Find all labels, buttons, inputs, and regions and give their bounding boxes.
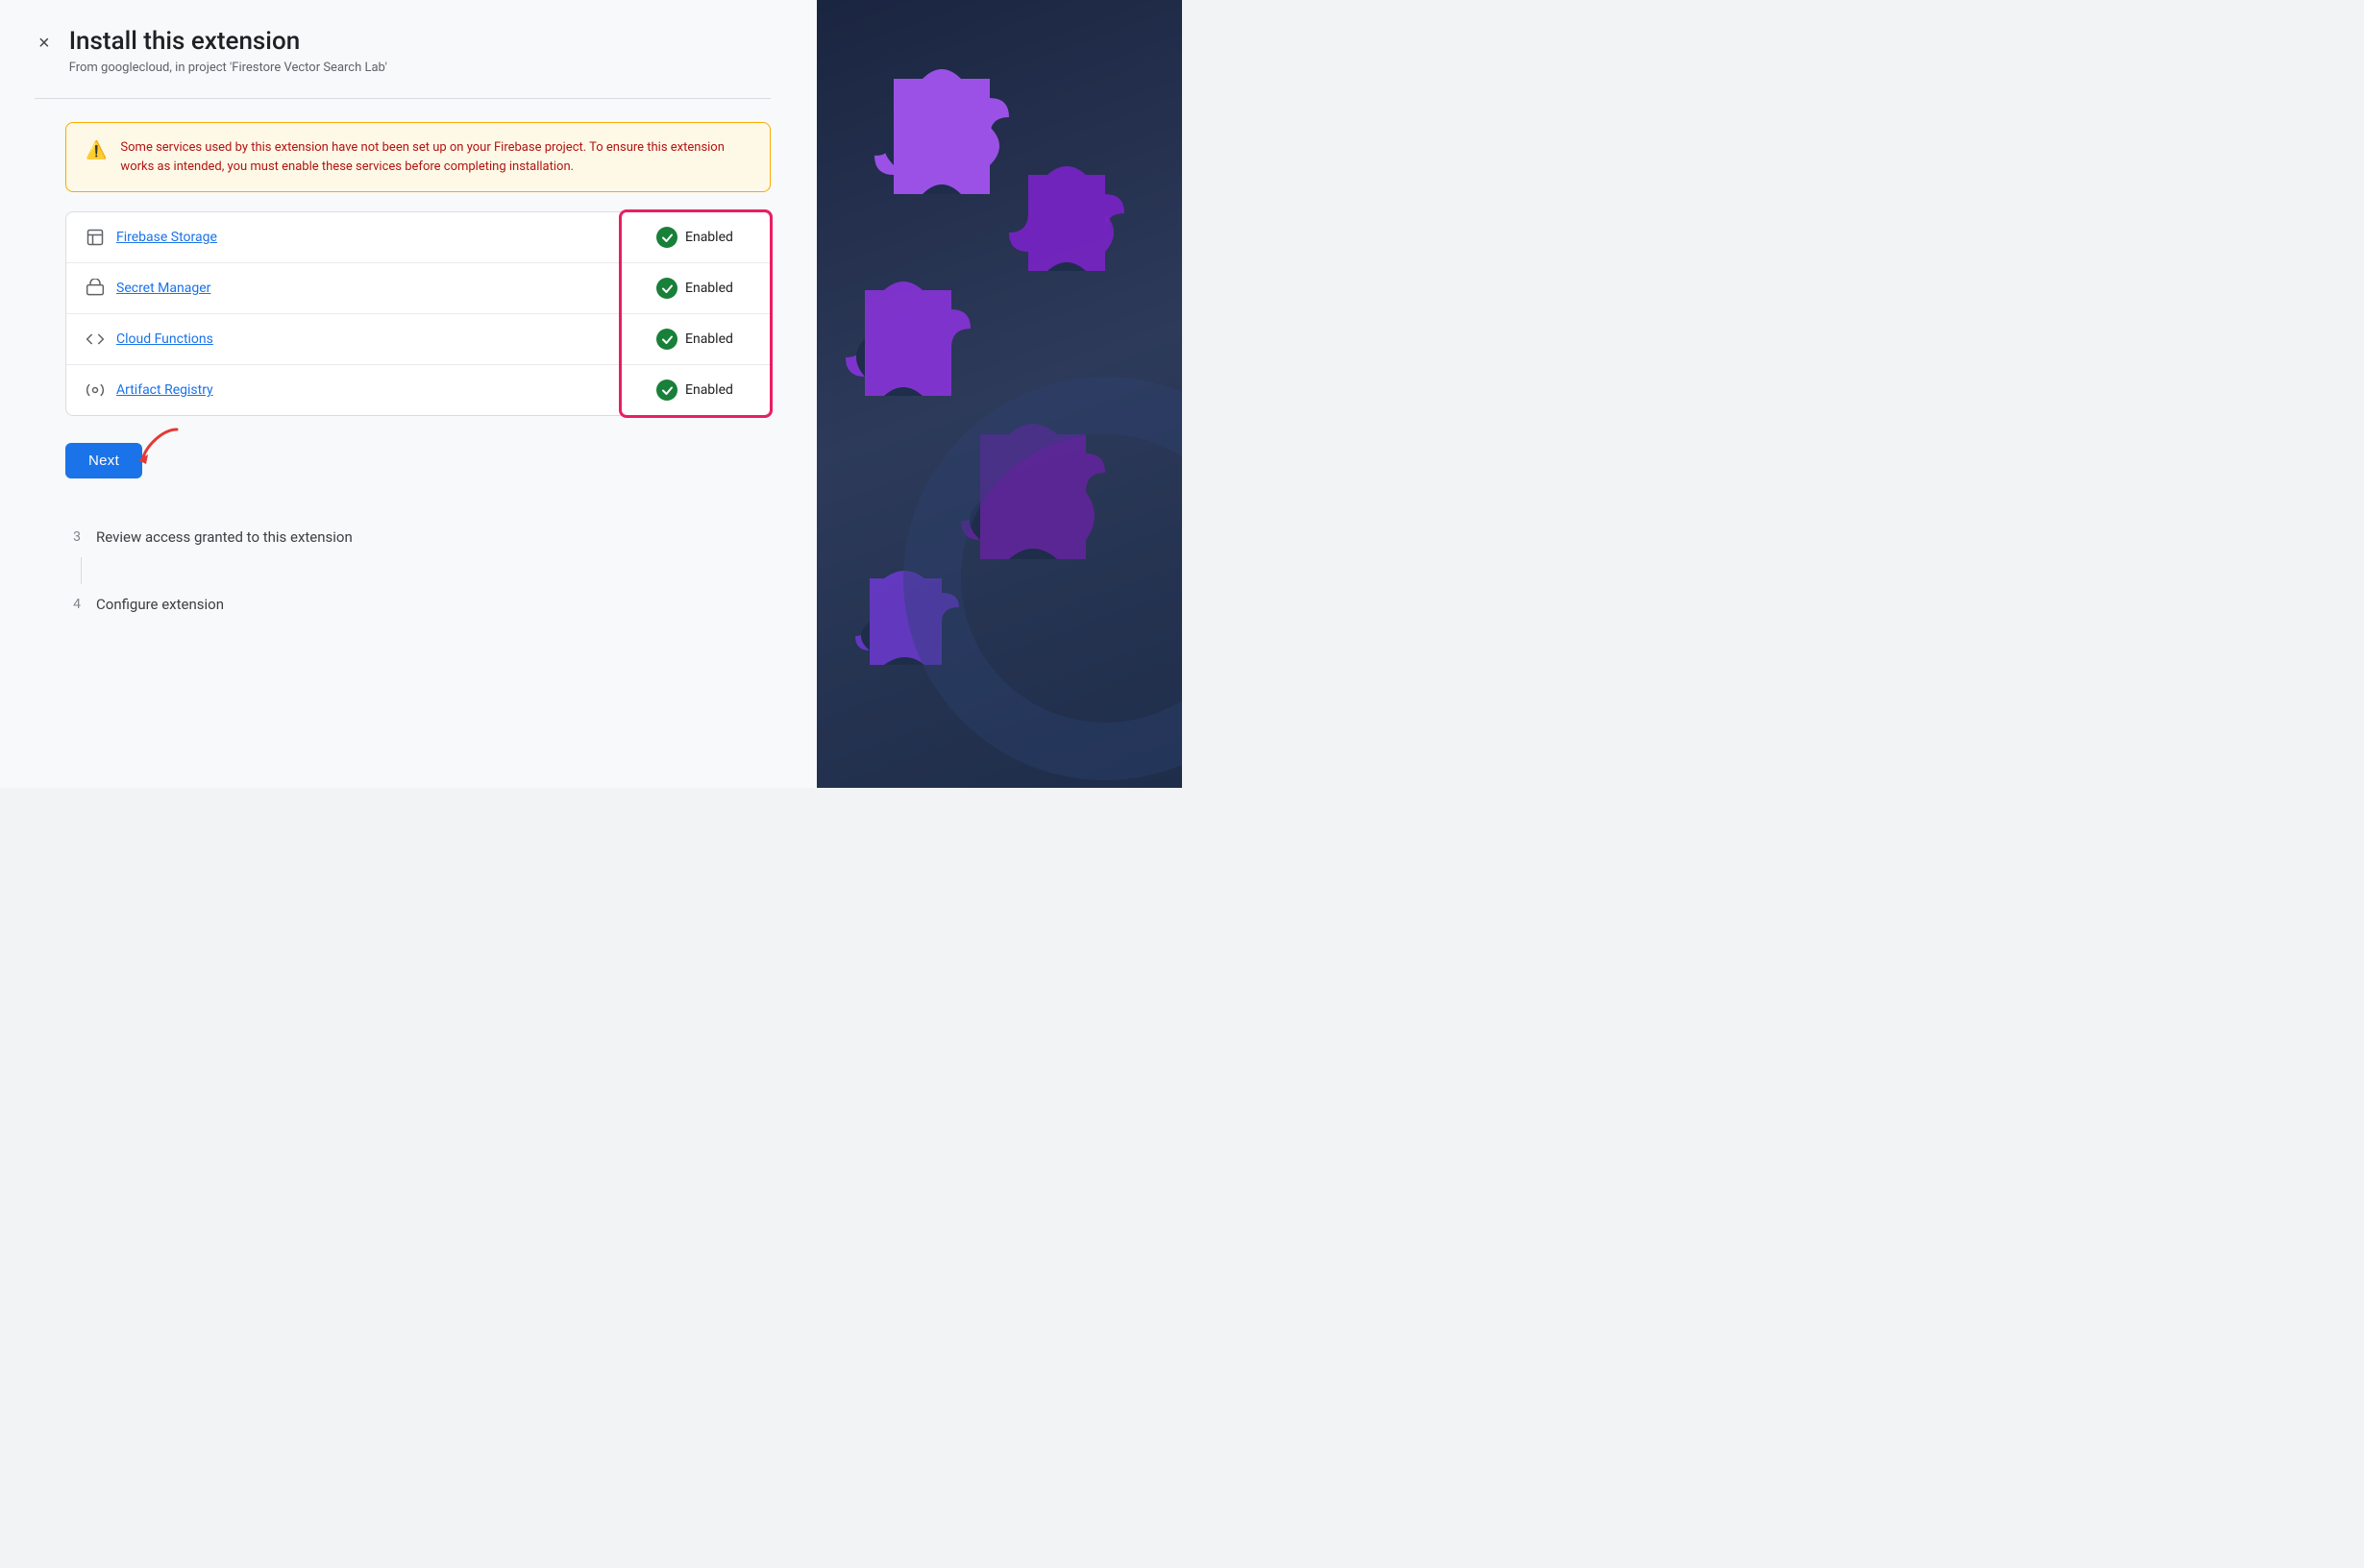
service-icon-3: [84, 379, 107, 402]
close-button[interactable]: ×: [35, 29, 54, 59]
service-left-3: Artifact Registry: [84, 379, 213, 402]
service-name-0[interactable]: Firebase Storage: [116, 230, 217, 245]
service-name-1[interactable]: Secret Manager: [116, 281, 210, 296]
check-circle-0: [656, 227, 677, 248]
check-circle-1: [656, 278, 677, 299]
service-icon-1: [84, 277, 107, 300]
right-panel: [817, 0, 1182, 788]
step-number-0: 3: [65, 529, 81, 545]
check-circle-3: [656, 380, 677, 401]
steps-below: 3 Review access granted to this extensio…: [65, 517, 771, 625]
status-label-1: Enabled: [685, 281, 733, 296]
service-name-3[interactable]: Artifact Registry: [116, 382, 213, 398]
service-left-2: Cloud Functions: [84, 328, 213, 351]
header-divider: [35, 98, 771, 99]
page-title: Install this extension: [69, 27, 387, 57]
service-status-0: Enabled: [656, 227, 752, 248]
step-item-0: 3 Review access granted to this extensio…: [65, 517, 771, 557]
service-left-0: Firebase Storage: [84, 226, 217, 249]
page-subtitle: From googlecloud, in project 'Firestore …: [69, 61, 387, 75]
next-button[interactable]: Next: [65, 443, 142, 478]
service-status-2: Enabled: [656, 329, 752, 350]
puzzle-scene: [817, 0, 1182, 788]
warning-text: Some services used by this extension hav…: [120, 138, 751, 176]
check-circle-2: [656, 329, 677, 350]
service-row-1: Secret Manager Enabled: [66, 263, 770, 314]
status-label-3: Enabled: [685, 382, 733, 398]
left-panel: × Install this extension From googleclou…: [0, 0, 817, 788]
puzzle-piece-3: [846, 282, 971, 396]
header: × Install this extension From googleclou…: [35, 27, 771, 75]
step-label-1: Configure extension: [96, 596, 224, 613]
status-label-0: Enabled: [685, 230, 733, 245]
service-status-3: Enabled: [656, 380, 752, 401]
warning-icon: ⚠️: [86, 140, 107, 176]
services-container: Firebase Storage Enabled Secret Manager: [65, 211, 771, 416]
service-row-3: Artifact Registry Enabled: [66, 365, 770, 415]
next-button-container: Next: [65, 443, 142, 478]
puzzle-piece-2: [1009, 166, 1124, 271]
step-content: ⚠️ Some services used by this extension …: [65, 122, 771, 625]
step-item-1: 4 Configure extension: [65, 584, 771, 625]
step-connector-1: [81, 557, 82, 584]
service-left-1: Secret Manager: [84, 277, 210, 300]
service-row-2: Cloud Functions Enabled: [66, 314, 770, 365]
service-icon-0: [84, 226, 107, 249]
warning-box: ⚠️ Some services used by this extension …: [65, 122, 771, 192]
step-label-0: Review access granted to this extension: [96, 528, 353, 546]
service-icon-2: [84, 328, 107, 351]
status-label-2: Enabled: [685, 331, 733, 347]
service-row-0: Firebase Storage Enabled: [66, 212, 770, 263]
arrow-annotation: [135, 426, 181, 464]
puzzle-piece-1: [874, 69, 1009, 194]
puzzle-svg: [817, 0, 1182, 788]
service-status-1: Enabled: [656, 278, 752, 299]
service-name-2[interactable]: Cloud Functions: [116, 331, 213, 347]
header-text: Install this extension From googlecloud,…: [69, 27, 387, 75]
step-number-1: 4: [65, 597, 81, 612]
